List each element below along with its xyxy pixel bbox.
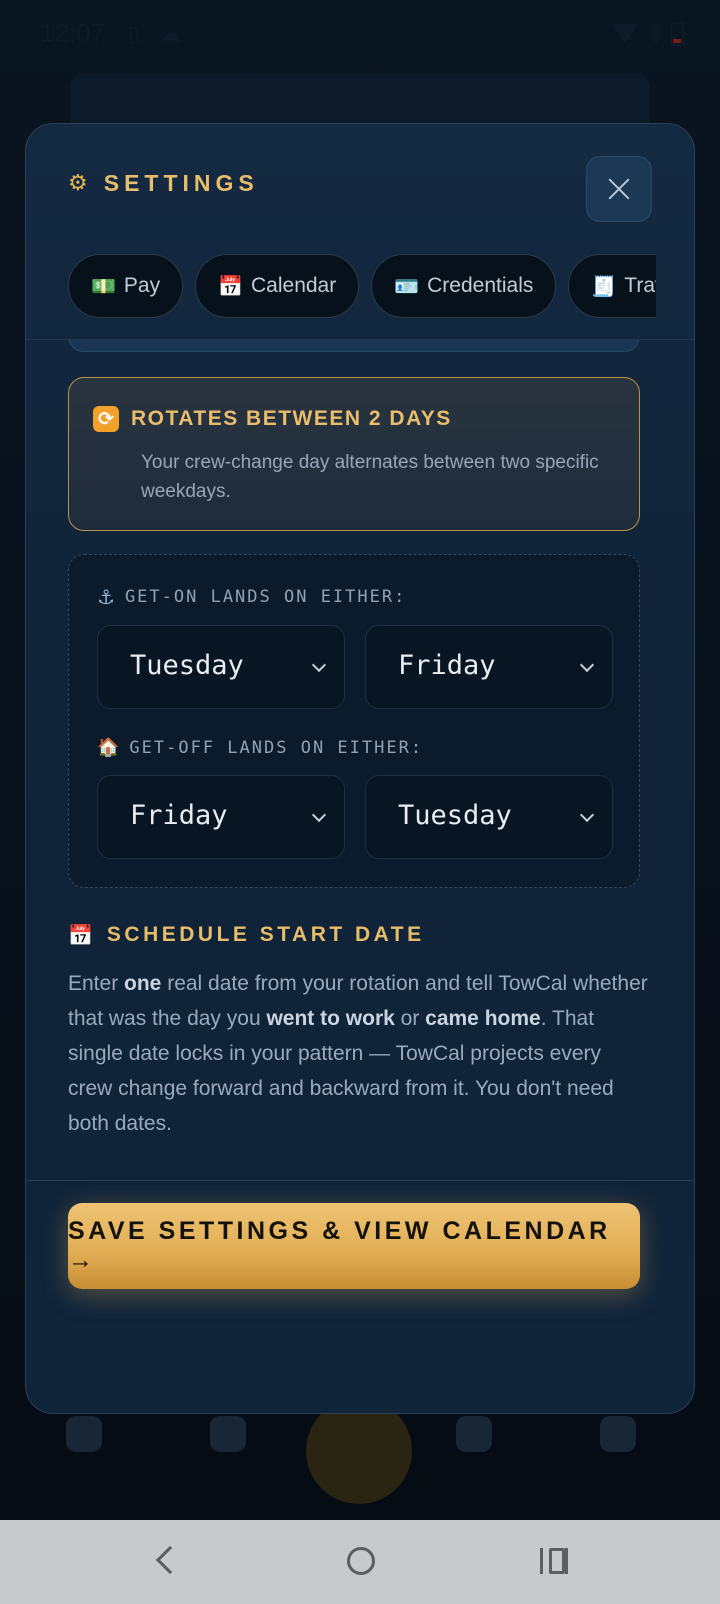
select-value: Tuesday bbox=[130, 650, 244, 681]
get-on-label-text: GET-ON LANDS ON EITHER: bbox=[124, 587, 407, 607]
chevron-down-icon bbox=[579, 807, 595, 823]
mode-card-description: Your crew-change day alternates between … bbox=[141, 452, 599, 502]
get-on-label: ⚓ GET-ON LANDS ON EITHER: bbox=[97, 585, 406, 609]
signal-icon bbox=[650, 24, 658, 44]
modal-title: ⚙ SETTINGS bbox=[68, 170, 259, 197]
select-value: Friday bbox=[130, 800, 228, 831]
modal-title-text: SETTINGS bbox=[103, 170, 259, 196]
settings-tabs: 💵 Pay 📅 Calendar 🪪 Credentials 🧾 Travel bbox=[68, 254, 656, 318]
tab-calendar[interactable]: 📅 Calendar bbox=[195, 254, 360, 318]
tab-label: Credentials bbox=[427, 274, 534, 297]
select-value: Tuesday bbox=[398, 800, 512, 831]
get-off-label: 🏠 GET-OFF LANDS ON EITHER: bbox=[97, 737, 423, 758]
tab-travel[interactable]: 🧾 Travel bbox=[568, 254, 656, 318]
tab-label: Calendar bbox=[251, 274, 337, 297]
background-nav-icon bbox=[66, 1416, 102, 1452]
save-button-label: SAVE SETTINGS & VIEW CALENDAR → bbox=[68, 1217, 611, 1274]
background-nav-icon bbox=[210, 1416, 246, 1452]
get-off-day-1-select[interactable]: Friday bbox=[97, 775, 345, 859]
status-bar: 12:07 ▯ ☁ bbox=[0, 0, 720, 70]
tab-label: Pay bbox=[123, 274, 161, 297]
schedule-start-heading-text: SCHEDULE START DATE bbox=[106, 923, 425, 946]
schedule-start-description: Enter one real date from your rotation a… bbox=[68, 972, 648, 1135]
recents-icon[interactable] bbox=[540, 1548, 568, 1574]
modal-body[interactable]: ⟳ ROTATES BETWEEN 2 DAYS Your crew-chang… bbox=[26, 340, 694, 1180]
modal-header: ⚙ SETTINGS 💵 Pay 📅 Calendar 🪪 Credential… bbox=[26, 124, 694, 340]
home-icon[interactable] bbox=[347, 1547, 375, 1575]
tab-credentials[interactable]: 🪪 Credentials bbox=[371, 254, 557, 318]
get-on-day-2-select[interactable]: Friday bbox=[365, 625, 613, 709]
get-on-day-1-select[interactable]: Tuesday bbox=[97, 625, 345, 709]
back-icon[interactable] bbox=[155, 1545, 185, 1575]
background-nav-icon bbox=[600, 1416, 636, 1452]
system-navigation-bar bbox=[0, 1520, 720, 1604]
battery-icon bbox=[670, 22, 684, 46]
rotation-days-panel: ⚓ GET-ON LANDS ON EITHER: Tuesday Friday… bbox=[68, 554, 640, 888]
house-icon: 🏠 bbox=[97, 737, 120, 758]
gear-icon: ⚙ bbox=[68, 171, 88, 196]
receipt-icon: 🧾 bbox=[591, 274, 617, 298]
system-icons bbox=[612, 22, 684, 46]
chevron-down-icon bbox=[311, 807, 327, 823]
get-off-label-text: GET-OFF LANDS ON EITHER: bbox=[129, 737, 424, 758]
mode-card-header: ⟳ ROTATES BETWEEN 2 DAYS bbox=[93, 406, 452, 432]
calendar-icon: 📅 bbox=[218, 274, 243, 298]
repeat-icon: ⟳ bbox=[93, 406, 119, 432]
rotation-option-card[interactable] bbox=[68, 340, 640, 352]
schedule-start-heading: 📅 SCHEDULE START DATE bbox=[68, 923, 425, 947]
wifi-icon bbox=[612, 24, 638, 44]
chevron-down-icon bbox=[579, 657, 595, 673]
status-time: 12:07 bbox=[40, 18, 106, 48]
get-off-day-2-select[interactable]: Tuesday bbox=[365, 775, 613, 859]
calendar-icon: 📅 bbox=[68, 923, 93, 947]
background-nav-icon bbox=[456, 1416, 492, 1452]
settings-modal: ⚙ SETTINGS 💵 Pay 📅 Calendar 🪪 Credential… bbox=[25, 123, 695, 1414]
id-card-icon: 🪪 bbox=[394, 274, 420, 298]
modal-footer: SAVE SETTINGS & VIEW CALENDAR → bbox=[26, 1180, 694, 1413]
mode-card-title: ROTATES BETWEEN 2 DAYS bbox=[131, 407, 452, 430]
tab-label: Travel bbox=[624, 274, 656, 297]
select-value: Friday bbox=[398, 650, 496, 681]
chevron-down-icon bbox=[311, 657, 327, 673]
tab-pay[interactable]: 💵 Pay bbox=[68, 254, 184, 318]
close-icon bbox=[607, 177, 631, 201]
anchor-icon: ⚓ bbox=[97, 585, 115, 609]
money-icon: 💵 bbox=[91, 274, 116, 298]
notification-icons: ▯ ☁ bbox=[128, 22, 188, 47]
rotation-mode-card-selected[interactable]: ⟳ ROTATES BETWEEN 2 DAYS Your crew-chang… bbox=[68, 377, 640, 531]
close-button[interactable] bbox=[586, 156, 652, 222]
save-settings-button[interactable]: SAVE SETTINGS & VIEW CALENDAR → bbox=[68, 1203, 640, 1289]
